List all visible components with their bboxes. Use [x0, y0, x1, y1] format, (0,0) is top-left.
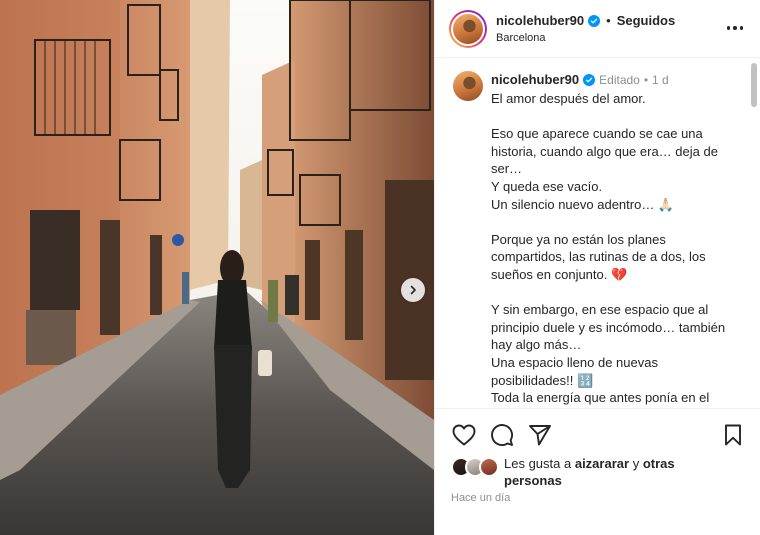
header-avatar[interactable] — [449, 10, 487, 48]
post-photo[interactable] — [0, 0, 434, 535]
likes-conjunction: y — [632, 456, 640, 471]
likes-text: Les gusta a aizararar y otras personas — [504, 455, 704, 489]
caption-scrollbar[interactable] — [751, 63, 757, 107]
comment-button[interactable] — [489, 422, 515, 448]
next-photo-button[interactable] — [401, 278, 425, 302]
save-button[interactable] — [720, 422, 746, 448]
like-button[interactable] — [451, 422, 477, 448]
caption-dot: • — [643, 72, 649, 87]
caption-meta: nicolehuber90 Editado • 1 d — [491, 72, 669, 87]
following-button[interactable]: Seguidos — [617, 13, 676, 28]
caption-paragraph: Eso que aparece cuando se cae una histor… — [491, 126, 718, 212]
liker-avatar — [479, 457, 499, 477]
location-link[interactable]: Barcelona — [496, 32, 546, 44]
verified-badge-icon — [583, 73, 596, 86]
avatar-image — [453, 14, 483, 44]
edited-label: Editado — [599, 72, 640, 87]
caption-avatar[interactable] — [453, 71, 483, 101]
caption-text: El amor después del amor. Eso que aparec… — [491, 90, 735, 407]
heart-icon — [452, 424, 476, 446]
post-header: nicolehuber90 • Seguidos Barcelona — [435, 0, 760, 58]
post-sidebar: nicolehuber90 • Seguidos Barcelona nicol… — [434, 0, 760, 535]
likes-prefix: Les gusta a — [504, 456, 572, 471]
header-username[interactable]: nicolehuber90 — [496, 13, 584, 28]
post-time[interactable]: Hace un día — [451, 492, 510, 504]
chevron-right-icon — [410, 285, 416, 295]
share-button[interactable] — [527, 422, 553, 448]
caption-username[interactable]: nicolehuber90 — [491, 72, 579, 87]
caption-time[interactable]: 1 d — [652, 73, 669, 87]
caption-paragraph: Porque ya no están los planes compartido… — [491, 231, 710, 282]
liker-avatars[interactable] — [451, 457, 501, 479]
caption-paragraph: Y sin embargo, en ese espacio que al pri… — [491, 302, 726, 406]
header-separator: • — [606, 13, 611, 28]
caption-area[interactable]: nicolehuber90 Editado • 1 d El amor desp… — [435, 59, 760, 409]
action-bar — [435, 420, 760, 452]
verified-badge-icon — [588, 14, 601, 27]
header-user-line: nicolehuber90 • Seguidos — [496, 13, 675, 28]
street-photo-image — [0, 0, 434, 535]
paper-plane-icon — [529, 425, 551, 446]
liker-username[interactable]: aizararar — [575, 456, 629, 471]
bookmark-icon — [725, 424, 741, 446]
caption-paragraph: El amor después del amor. — [491, 91, 646, 106]
more-options-icon[interactable] — [725, 20, 745, 36]
comment-icon — [491, 424, 513, 446]
